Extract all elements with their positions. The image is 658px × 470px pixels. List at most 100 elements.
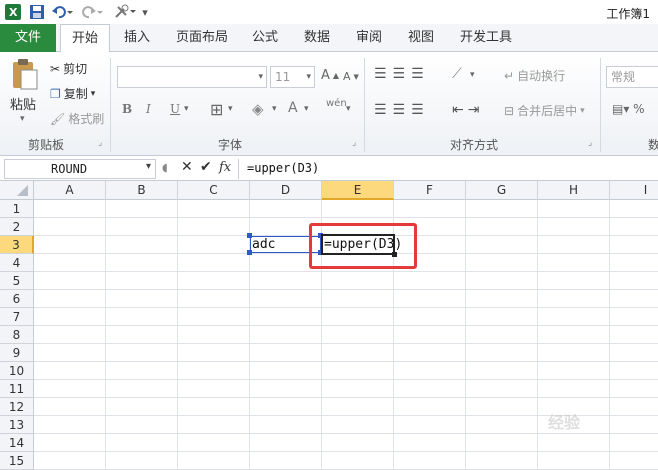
cell[interactable] xyxy=(466,380,538,398)
cell[interactable] xyxy=(610,218,658,236)
grow-font-icon[interactable]: A ▲ xyxy=(321,68,339,83)
cell[interactable] xyxy=(34,344,106,362)
cell[interactable] xyxy=(34,236,106,254)
cell[interactable] xyxy=(250,416,322,434)
cell[interactable] xyxy=(34,452,106,470)
copy-button[interactable]: ❐ 复制 ▾ xyxy=(50,85,95,102)
row-header-10[interactable]: 10 xyxy=(0,362,34,380)
cell[interactable] xyxy=(466,272,538,290)
cell[interactable] xyxy=(466,200,538,218)
cell[interactable] xyxy=(178,218,250,236)
cell[interactable] xyxy=(250,200,322,218)
cell[interactable] xyxy=(394,290,466,308)
cell[interactable] xyxy=(178,236,250,254)
select-all-corner[interactable] xyxy=(0,181,34,200)
row-header-8[interactable]: 8 xyxy=(0,326,34,344)
cell[interactable] xyxy=(34,254,106,272)
cut-button[interactable]: ✂ 剪切 xyxy=(50,60,87,77)
cell[interactable] xyxy=(34,380,106,398)
cell[interactable] xyxy=(250,380,322,398)
cell[interactable] xyxy=(178,254,250,272)
row-header-15[interactable]: 15 xyxy=(0,452,34,470)
underline-button[interactable]: U xyxy=(170,102,180,116)
cell[interactable] xyxy=(178,308,250,326)
cell[interactable] xyxy=(106,452,178,470)
customize-quick-access-icon[interactable]: ▾ xyxy=(140,3,150,21)
cell[interactable] xyxy=(538,434,610,452)
column-header-h[interactable]: H xyxy=(538,181,610,200)
cell[interactable] xyxy=(610,398,658,416)
cell[interactable] xyxy=(610,344,658,362)
cell[interactable] xyxy=(466,362,538,380)
chevron-down-icon[interactable]: ▾ xyxy=(228,104,233,114)
cell[interactable] xyxy=(250,362,322,380)
tools-icon[interactable] xyxy=(112,3,138,21)
cell[interactable] xyxy=(106,380,178,398)
cell[interactable] xyxy=(610,362,658,380)
save-icon[interactable] xyxy=(28,3,46,21)
cell[interactable] xyxy=(538,236,610,254)
cell[interactable] xyxy=(34,272,106,290)
cell[interactable] xyxy=(394,200,466,218)
cell[interactable] xyxy=(34,326,106,344)
row-header-13[interactable]: 13 xyxy=(0,416,34,434)
tab-file[interactable]: 文件 xyxy=(0,24,56,52)
cell[interactable] xyxy=(610,380,658,398)
font-launcher-icon[interactable]: ⌟ xyxy=(352,138,356,148)
cell[interactable] xyxy=(466,254,538,272)
chevron-down-icon[interactable]: ▾ xyxy=(184,104,189,114)
orientation-icon[interactable]: ⟋ xyxy=(452,66,462,82)
chevron-down-icon[interactable]: ▾ xyxy=(272,104,277,114)
column-header-e[interactable]: E xyxy=(322,181,394,200)
cell[interactable] xyxy=(178,200,250,218)
cell[interactable] xyxy=(322,380,394,398)
row-header-3[interactable]: 3 xyxy=(0,236,34,254)
redo-icon[interactable] xyxy=(80,3,104,21)
row-header-14[interactable]: 14 xyxy=(0,434,34,452)
chevron-down-icon[interactable]: ▾ xyxy=(346,104,351,114)
tab-home[interactable]: 开始 xyxy=(60,24,110,53)
cell[interactable] xyxy=(610,236,658,254)
wrap-text-button[interactable]: ↵ 自动换行 xyxy=(504,67,565,84)
borders-icon[interactable]: ⊞ xyxy=(210,100,223,119)
tab-insert[interactable]: 插入 xyxy=(116,24,158,52)
reference-handle[interactable] xyxy=(247,233,252,238)
cell[interactable] xyxy=(34,290,106,308)
cell[interactable] xyxy=(34,308,106,326)
tab-developer[interactable]: 开发工具 xyxy=(454,24,518,52)
cell[interactable] xyxy=(34,398,106,416)
cell[interactable] xyxy=(610,434,658,452)
reference-handle[interactable] xyxy=(247,250,252,255)
insert-function-icon[interactable]: fx xyxy=(219,160,231,175)
vertical-align-icons[interactable]: ☰☰☰ xyxy=(374,66,430,82)
cell[interactable] xyxy=(322,290,394,308)
cell[interactable] xyxy=(466,452,538,470)
row-header-7[interactable]: 7 xyxy=(0,308,34,326)
cell[interactable] xyxy=(178,344,250,362)
cell[interactable] xyxy=(538,218,610,236)
cell[interactable] xyxy=(106,398,178,416)
column-header-f[interactable]: F xyxy=(394,181,466,200)
paste-button[interactable]: 粘贴 xyxy=(10,94,36,113)
cell[interactable] xyxy=(178,290,250,308)
tab-page-layout[interactable]: 页面布局 xyxy=(170,24,234,52)
cell[interactable] xyxy=(394,434,466,452)
cell[interactable] xyxy=(34,218,106,236)
tab-data[interactable]: 数据 xyxy=(298,24,336,52)
cell[interactable] xyxy=(106,344,178,362)
cell[interactable] xyxy=(178,380,250,398)
cell[interactable] xyxy=(178,398,250,416)
font-size-combo[interactable]: 11 ▾ xyxy=(270,66,315,88)
cell[interactable] xyxy=(610,326,658,344)
cell[interactable] xyxy=(322,362,394,380)
column-header-g[interactable]: G xyxy=(466,181,538,200)
column-header-i[interactable]: I xyxy=(610,181,658,200)
cell[interactable] xyxy=(394,380,466,398)
cell[interactable] xyxy=(394,326,466,344)
cell[interactable] xyxy=(538,452,610,470)
enter-icon[interactable]: ✔ xyxy=(200,159,212,175)
cell[interactable] xyxy=(538,272,610,290)
cell[interactable] xyxy=(466,236,538,254)
cell[interactable] xyxy=(322,416,394,434)
row-header-6[interactable]: 6 xyxy=(0,290,34,308)
